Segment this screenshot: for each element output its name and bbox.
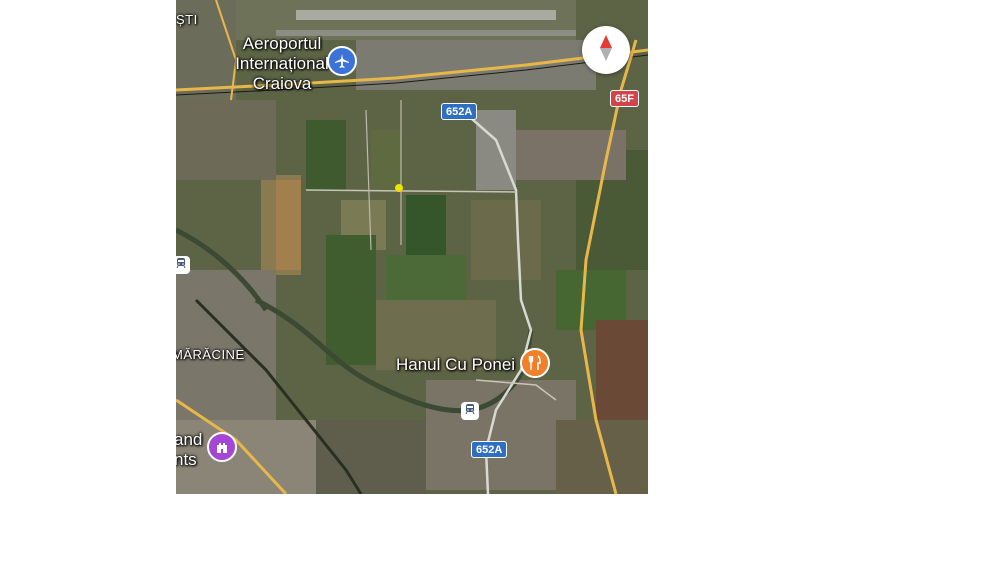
- compass-button[interactable]: [582, 26, 630, 74]
- road-shield-652a-lower: 652A: [471, 441, 508, 458]
- attraction-label-fragment[interactable]: and nts: [176, 430, 202, 470]
- satellite-map[interactable]: ȘTI Aeroportul Internațional Craiova 652…: [176, 0, 648, 494]
- road-shield-65f: 65F: [610, 90, 639, 107]
- road-shield-652a-upper: 652A: [441, 103, 478, 120]
- train-icon: [176, 256, 187, 274]
- airport-pin[interactable]: [327, 46, 357, 76]
- compass-icon: [598, 34, 614, 67]
- train-icon: [464, 402, 476, 420]
- castle-icon: [215, 440, 229, 454]
- restaurant-pin[interactable]: [520, 348, 550, 378]
- restaurant-label[interactable]: Hanul Cu Ponei: [396, 355, 515, 375]
- place-label-fragment: ȘTI: [176, 12, 198, 27]
- village-label: MĂRĂCINE: [176, 347, 245, 362]
- train-station-left[interactable]: [176, 256, 190, 274]
- train-station-bottom[interactable]: [461, 402, 479, 420]
- attraction-pin[interactable]: [207, 432, 237, 462]
- fork-knife-icon: [528, 355, 542, 371]
- airport-label[interactable]: Aeroportul Internațional Craiova: [222, 34, 342, 94]
- airplane-icon: [334, 53, 350, 69]
- location-marker[interactable]: [395, 184, 403, 192]
